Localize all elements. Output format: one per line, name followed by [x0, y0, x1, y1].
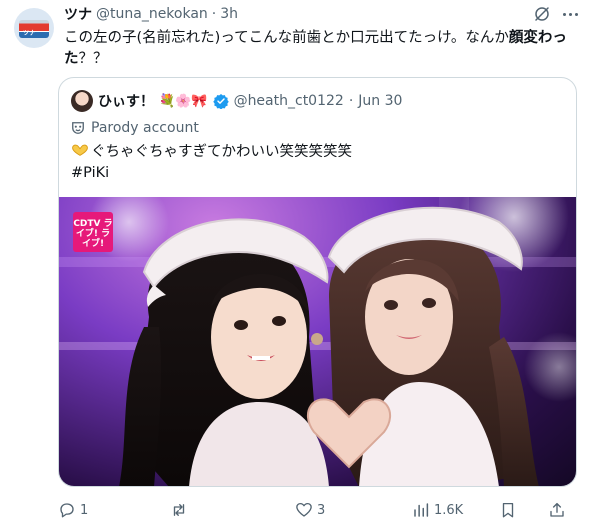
- hashtag-link[interactable]: #PiKi: [71, 163, 566, 184]
- separator-dot: ·: [211, 6, 217, 22]
- reply-count: 1: [80, 502, 89, 518]
- quoted-name-emojis: 💐🌸🎀: [159, 93, 208, 109]
- heart-icon: [296, 502, 312, 517]
- quoted-header: ひぃす！ 💐🌸🎀 @heath_ct0122 · Jun 30: [71, 90, 402, 112]
- quoted-author-handle[interactable]: @heath_ct0122: [234, 93, 344, 109]
- tweet-header: ツナ @tuna_nekokan · 3h: [64, 4, 238, 24]
- views-button[interactable]: 1.6K: [412, 498, 463, 522]
- more-options-icon[interactable]: [559, 4, 581, 24]
- share-button[interactable]: [548, 498, 566, 522]
- reply-button[interactable]: 1: [58, 498, 88, 522]
- repost-button[interactable]: [170, 498, 192, 522]
- tweet-text-part: この左の子(名前忘れた)ってこんな前歯とか口元出てたっけ。なんか: [64, 30, 509, 46]
- bookmark-button[interactable]: [499, 498, 517, 522]
- like-count: 3: [317, 502, 326, 518]
- separator-dot: ·: [348, 93, 354, 109]
- grok-icon[interactable]: [533, 5, 551, 23]
- quoted-avatar[interactable]: [71, 90, 93, 112]
- verified-badge-icon: [212, 94, 229, 109]
- parody-text: Parody account: [91, 120, 199, 136]
- parody-account-label: Parody account: [71, 118, 199, 138]
- quoted-text-line: ぐちゃぐちゃすぎてかわいい笑笑笑笑笑: [91, 144, 352, 160]
- tweet-timestamp[interactable]: 3h: [220, 6, 238, 22]
- quoted-media-image[interactable]: CDTV ライブ! ライブ!: [59, 197, 576, 486]
- share-icon: [550, 502, 564, 517]
- action-bar: 1 3 1.6K: [58, 498, 578, 522]
- cdtv-logo: CDTV ライブ! ライブ!: [73, 212, 113, 252]
- author-avatar[interactable]: ツナ: [14, 8, 54, 48]
- quoted-date[interactable]: Jun 30: [358, 93, 402, 109]
- repost-icon: [173, 504, 185, 516]
- author-handle[interactable]: @tuna_nekokan: [96, 6, 208, 22]
- views-chart-icon: [414, 503, 429, 517]
- quoted-text: ぐちゃぐちゃすぎてかわいい笑笑笑笑笑 #PiKi: [71, 142, 566, 184]
- view-count: 1.6K: [434, 502, 464, 518]
- like-button[interactable]: 3: [295, 498, 325, 522]
- photo-illustration: [59, 197, 576, 486]
- parody-mask-icon: [72, 122, 84, 134]
- tweet-text: この左の子(名前忘れた)ってこんな前歯とか口元出てたっけ。なんか顔変わった？？: [64, 28, 578, 70]
- quoted-tweet[interactable]: ひぃす！ 💐🌸🎀 @heath_ct0122 · Jun 30 Parody a…: [58, 77, 577, 487]
- bookmark-icon: [502, 502, 514, 518]
- tweet-text-part: ？？: [78, 51, 108, 67]
- avatar-label: ツナ: [23, 30, 36, 37]
- author-name[interactable]: ツナ: [64, 4, 92, 24]
- quoted-author-name[interactable]: ひぃす！: [98, 91, 154, 111]
- reply-icon: [60, 503, 74, 518]
- heart-hands-emoji-icon: [72, 144, 88, 156]
